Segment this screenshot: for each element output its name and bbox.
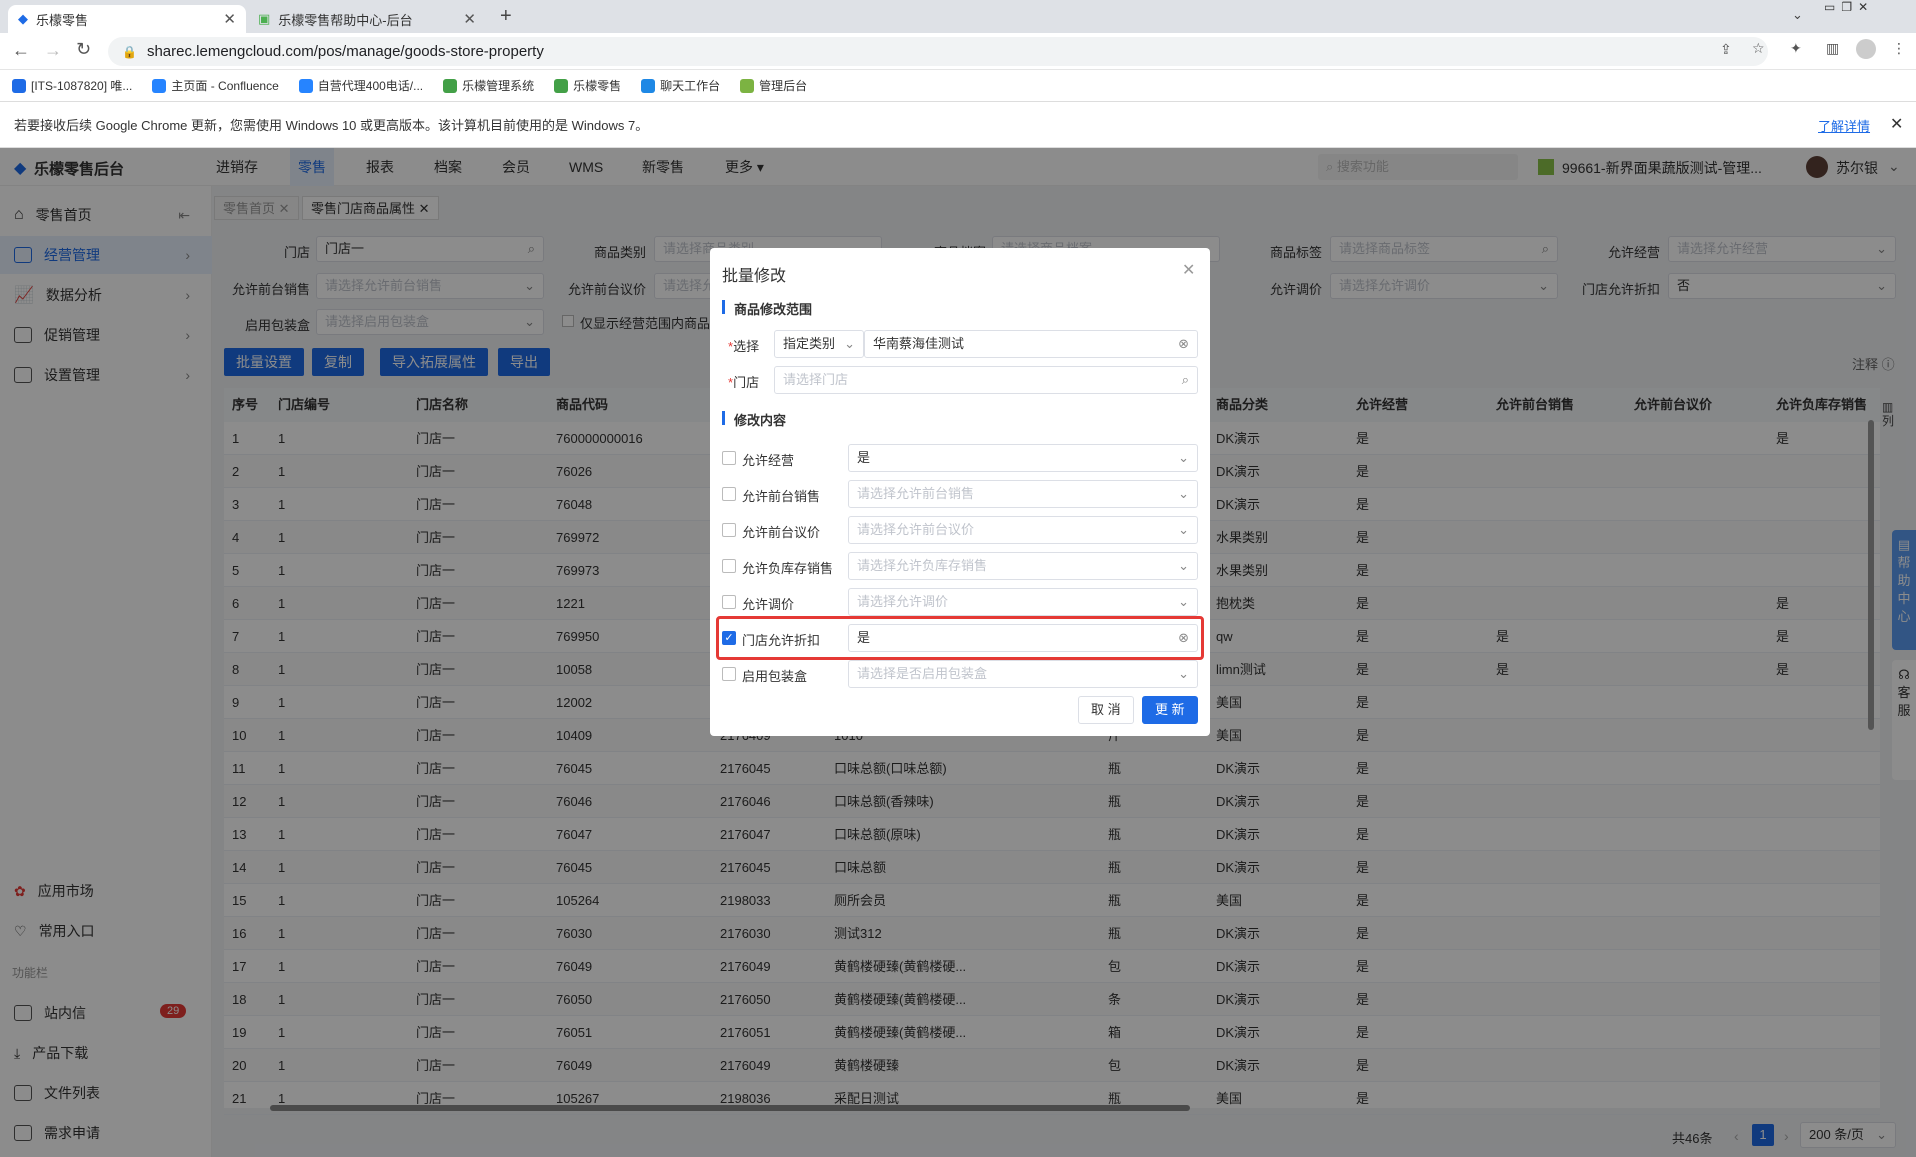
clear-icon[interactable]: ⊗ — [1178, 331, 1189, 357]
search-icon: ⌕ — [1181, 372, 1189, 387]
section-marker — [722, 411, 725, 425]
field-checkbox[interactable] — [722, 523, 736, 537]
forward-icon[interactable]: → — [44, 40, 62, 61]
field-checkbox[interactable] — [722, 667, 736, 681]
close-window-icon[interactable]: ✕ — [1858, 0, 1868, 18]
batch-edit-dialog: 批量修改 ✕ 商品修改范围 *选择 指定类别 ⌄ 华南蔡海佳测试 ⊗ *门店 请选择… — [710, 248, 1210, 736]
highlight-box — [716, 616, 1204, 660]
category-value-input[interactable]: 华南蔡海佳测试 ⊗ — [864, 330, 1198, 358]
bookmark-item[interactable]: 乐檬零售 — [554, 77, 621, 94]
store-input[interactable]: 请选择门店 ⌕ — [774, 366, 1198, 394]
chevron-down-icon: ⌄ — [1178, 594, 1189, 609]
browser-tab-active[interactable]: ◆ 乐檬零售 ✕ — [8, 5, 246, 33]
chevron-down-icon: ⌄ — [1178, 486, 1189, 501]
close-tab-icon[interactable]: ✕ — [223, 10, 236, 28]
cancel-button[interactable]: 取 消 — [1078, 696, 1134, 724]
section-title: 商品修改范围 — [734, 302, 813, 317]
bookmark-icon — [641, 78, 656, 93]
minimize-icon[interactable]: ▭ — [1824, 0, 1835, 18]
field-select[interactable]: 是 ⌄ — [848, 444, 1198, 472]
bookmark-item[interactable]: 自营代理400电话/... — [298, 77, 423, 94]
browser-tabstrip: ◆ 乐檬零售 ✕ ▣ 乐檬零售帮助中心-后台 ✕ + ⌄ ▭ ❐ ✕ — [0, 0, 1916, 33]
new-tab-icon[interactable]: + — [500, 5, 512, 28]
bookmark-icon — [740, 78, 755, 93]
chevron-down-icon: ⌄ — [1178, 558, 1189, 573]
close-icon[interactable]: ✕ — [1182, 260, 1195, 280]
bookmark-icon — [12, 78, 26, 93]
tab-search-icon[interactable]: ⌄ — [1792, 7, 1803, 23]
tab-favicon-icon: ◆ — [18, 11, 28, 26]
bookmark-icon — [152, 78, 167, 93]
field-label: 允许负库存销售 — [742, 561, 834, 576]
bookmarks-bar: [ITS-1087820] 唯... 主页面 - Confluence 自营代理… — [0, 70, 1916, 102]
store-label: *门店 — [728, 375, 760, 390]
field-select[interactable]: 请选择允许前台销售 ⌄ — [848, 480, 1198, 508]
bookmark-icon — [554, 78, 569, 93]
field-label: 允许前台议价 — [742, 525, 821, 540]
bookmark-icon — [443, 78, 458, 93]
learn-more-link[interactable]: 了解详情 — [1818, 116, 1870, 135]
url-field[interactable]: 🔒 sharec.lemengcloud.com/pos/manage/good… — [108, 37, 1768, 66]
bookmark-item[interactable]: 管理后台 — [740, 77, 807, 94]
field-select[interactable]: 请选择是否启用包装盒 ⌄ — [848, 660, 1198, 688]
field-label: 允许经营 — [742, 453, 795, 468]
lock-icon: 🔒 — [122, 44, 137, 59]
bookmark-item[interactable]: 乐檬管理系统 — [443, 77, 534, 94]
field-label: 启用包装盒 — [742, 669, 808, 684]
field-select[interactable]: 请选择允许前台议价 ⌄ — [848, 516, 1198, 544]
field-select[interactable]: 请选择允许负库存销售 ⌄ — [848, 552, 1198, 580]
section-marker — [722, 300, 725, 314]
chevron-down-icon: ⌄ — [844, 336, 855, 351]
field-checkbox[interactable] — [722, 595, 736, 609]
field-select[interactable]: 请选择允许调价 ⌄ — [848, 588, 1198, 616]
update-button[interactable]: 更 新 — [1142, 696, 1198, 724]
field-checkbox[interactable] — [722, 559, 736, 573]
section-title: 修改内容 — [734, 413, 787, 428]
browser-tab[interactable]: ▣ 乐檬零售帮助中心-后台 ✕ — [248, 5, 486, 33]
back-icon[interactable]: ← — [12, 40, 30, 61]
field-checkbox[interactable] — [722, 451, 736, 465]
extensions-icon[interactable]: ✦ — [1790, 40, 1802, 57]
profile-icon[interactable] — [1856, 39, 1876, 59]
bookmark-item[interactable]: 聊天工作台 — [641, 77, 720, 94]
menu-icon[interactable]: ⋮ — [1892, 40, 1906, 57]
close-infobar-icon[interactable]: ✕ — [1890, 114, 1903, 134]
window-controls: ▭ ❐ ✕ — [1824, 0, 1914, 18]
field-label: 允许前台销售 — [742, 489, 821, 504]
bookmark-icon — [298, 78, 313, 93]
reload-icon[interactable]: ↻ — [76, 39, 91, 60]
update-infobar: 若要接收后续 Google Chrome 更新，您需使用 Windows 10 … — [0, 102, 1916, 148]
restore-icon[interactable]: ❐ — [1841, 0, 1852, 18]
bookmark-star-icon[interactable]: ☆ — [1752, 40, 1765, 57]
field-checkbox[interactable] — [722, 487, 736, 501]
dialog-title: 批量修改 — [722, 268, 787, 285]
address-bar: ← → ↻ 🔒 sharec.lemengcloud.com/pos/manag… — [0, 33, 1916, 70]
bookmark-item[interactable]: [ITS-1087820] 唯... — [12, 77, 132, 94]
chevron-down-icon: ⌄ — [1178, 666, 1189, 681]
share-icon[interactable]: ⇪ — [1720, 41, 1732, 58]
tab-favicon-icon: ▣ — [258, 11, 271, 26]
scope-type-select[interactable]: 指定类别 ⌄ — [774, 330, 864, 358]
field-label: 允许调价 — [742, 597, 795, 612]
chevron-down-icon: ⌄ — [1178, 522, 1189, 537]
chevron-down-icon: ⌄ — [1178, 450, 1189, 465]
select-label: *选择 — [728, 339, 760, 354]
sidepanel-icon[interactable]: ▥ — [1826, 40, 1839, 57]
close-tab-icon[interactable]: ✕ — [463, 10, 476, 28]
bookmark-item[interactable]: 主页面 - Confluence — [152, 77, 279, 94]
